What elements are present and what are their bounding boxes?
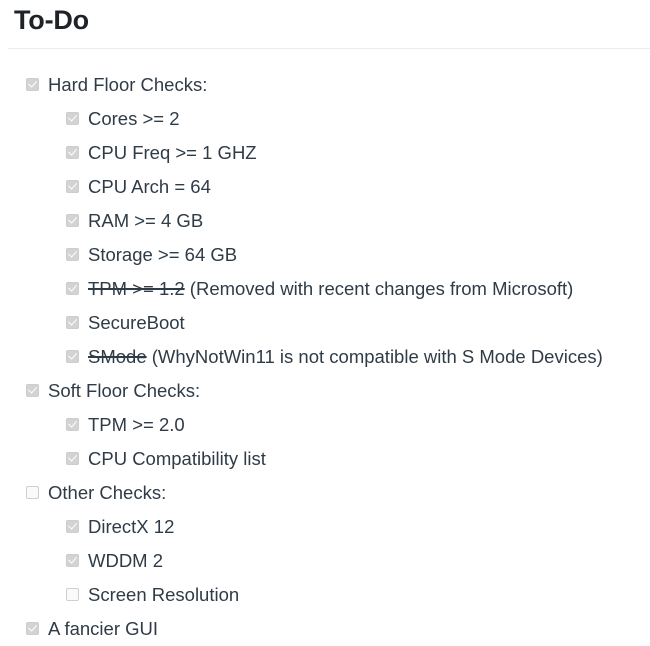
checkbox-checked-icon[interactable] [26, 383, 39, 397]
todo-item-text: WDDM 2 [88, 549, 164, 571]
checkbox-checked-icon[interactable] [66, 553, 79, 567]
todo-item-label: Other Checks: [48, 476, 166, 510]
checkbox-checked-icon[interactable] [66, 417, 79, 431]
todo-item[interactable]: RAM >= 4 GB [8, 204, 642, 238]
todo-item[interactable]: CPU Compatibility list [8, 442, 642, 476]
todo-item-label: SMode (WhyNotWin11 is not compatible wit… [88, 340, 603, 374]
todo-item[interactable]: TPM >= 2.0 [8, 408, 642, 442]
todo-item-label: Cores >= 2 [88, 102, 180, 136]
checkbox-checked-icon[interactable] [66, 145, 79, 159]
todo-item-text: Hard Floor Checks: [48, 73, 208, 95]
checkbox-checked-icon[interactable] [66, 315, 79, 329]
todo-item-label: CPU Arch = 64 [88, 170, 211, 204]
todo-item-text: CPU Arch = 64 [88, 175, 211, 197]
todo-item-strikethrough-text: TPM >= 1.2 [88, 277, 185, 299]
todo-item-label: SecureBoot [88, 306, 185, 340]
todo-item-text: A fancier GUI [48, 617, 159, 639]
todo-item-text: Other Checks: [48, 481, 167, 503]
todo-item-strikethrough-text: SMode [88, 345, 147, 367]
todo-item-label: Storage >= 64 GB [88, 238, 237, 272]
todo-item[interactable]: Screen Resolution [8, 578, 642, 612]
todo-item-text: TPM >= 2.0 [88, 413, 185, 435]
todo-item-label: Screen Resolution [88, 578, 239, 612]
checkbox-checked-icon[interactable] [26, 77, 39, 91]
todo-item[interactable]: Storage >= 64 GB [8, 238, 642, 272]
checkbox-checked-icon[interactable] [26, 621, 39, 635]
todo-item[interactable]: DirectX 12 [8, 510, 642, 544]
todo-item[interactable]: Soft Floor Checks: [8, 374, 642, 408]
todo-item-text: DirectX 12 [88, 515, 175, 537]
checkbox-checked-icon[interactable] [66, 281, 79, 295]
checkbox-unchecked-icon[interactable] [26, 485, 39, 499]
todo-item-label: TPM >= 1.2 (Removed with recent changes … [88, 272, 573, 306]
todo-item-text: Screen Resolution [88, 583, 240, 605]
todo-item[interactable]: WDDM 2 [8, 544, 642, 578]
checkbox-unchecked-icon[interactable] [66, 587, 79, 601]
todo-item-label: Hard Floor Checks: [48, 68, 207, 102]
todo-item-note: (WhyNotWin11 is not compatible with S Mo… [146, 345, 603, 367]
todo-item-text: Storage >= 64 GB [88, 243, 238, 265]
todo-item-label: TPM >= 2.0 [88, 408, 185, 442]
todo-item-text: CPU Freq >= 1 GHZ [88, 141, 257, 163]
todo-item[interactable]: CPU Arch = 64 [8, 170, 642, 204]
todo-item-label: DirectX 12 [88, 510, 174, 544]
todo-list: Hard Floor Checks: Cores >= 2 CPU Freq >= … [8, 49, 642, 646]
todo-item-label: Soft Floor Checks: [48, 374, 200, 408]
todo-item-text: Cores >= 2 [88, 107, 180, 129]
todo-item-text: RAM >= 4 GB [88, 209, 204, 231]
todo-item-note: (Removed with recent changes from Micros… [184, 277, 574, 299]
todo-item-label: CPU Freq >= 1 GHZ [88, 136, 257, 170]
todo-item[interactable]: SMode (WhyNotWin11 is not compatible wit… [8, 340, 642, 374]
todo-item-text: Soft Floor Checks: [48, 379, 201, 401]
checkbox-checked-icon[interactable] [66, 519, 79, 533]
checkbox-checked-icon[interactable] [66, 349, 79, 363]
checkbox-checked-icon[interactable] [66, 451, 79, 465]
readme-page: To-Do Hard Floor Checks: Cores >= 2 CPU Fr… [0, 5, 650, 646]
todo-item[interactable]: CPU Freq >= 1 GHZ [8, 136, 642, 170]
checkbox-checked-icon[interactable] [66, 111, 79, 125]
todo-item[interactable]: Hard Floor Checks: [8, 68, 642, 102]
page-title: To-Do [14, 5, 89, 35]
todo-item[interactable]: Other Checks: [8, 476, 642, 510]
todo-item[interactable]: SecureBoot [8, 306, 642, 340]
checkbox-checked-icon[interactable] [66, 213, 79, 227]
todo-item-label: CPU Compatibility list [88, 442, 266, 476]
todo-item[interactable]: TPM >= 1.2 (Removed with recent changes … [8, 272, 642, 306]
todo-item[interactable]: Cores >= 2 [8, 102, 642, 136]
todo-item-label: WDDM 2 [88, 544, 163, 578]
todo-item-text: CPU Compatibility list [88, 447, 266, 469]
todo-item-text: SecureBoot [88, 311, 185, 333]
checkbox-checked-icon[interactable] [66, 179, 79, 193]
todo-item-label: RAM >= 4 GB [88, 204, 203, 238]
checkbox-checked-icon[interactable] [66, 247, 79, 261]
